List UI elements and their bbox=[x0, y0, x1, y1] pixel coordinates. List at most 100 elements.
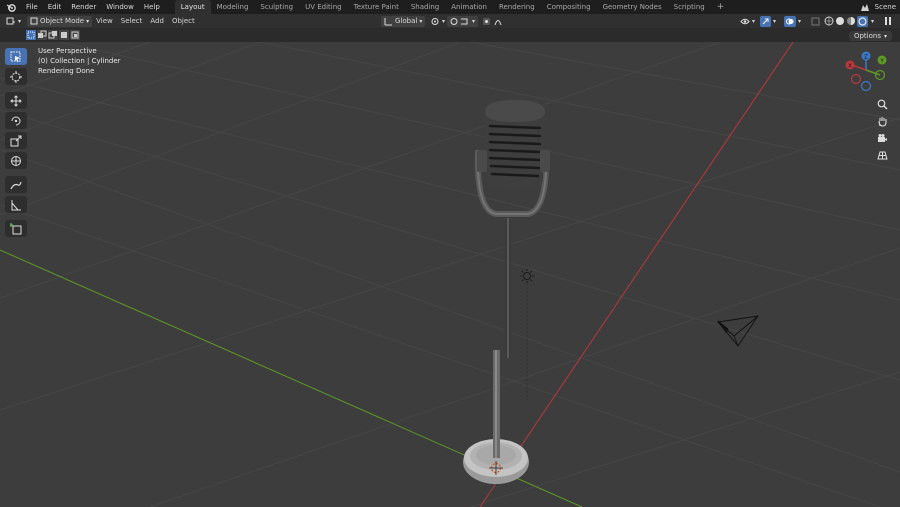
gizmo-toggle-button[interactable]: ▾ bbox=[757, 15, 779, 27]
menu-window[interactable]: Window bbox=[101, 0, 139, 14]
workspace-tabs: Layout Modeling Sculpting UV Editing Tex… bbox=[174, 0, 731, 14]
orientation-label: Global bbox=[395, 17, 418, 25]
transform-icon bbox=[11, 155, 21, 166]
pause-render-button[interactable] bbox=[880, 16, 896, 27]
menu-file[interactable]: File bbox=[21, 0, 43, 14]
options-label: Options bbox=[853, 32, 881, 40]
chevron-down-icon: ▾ bbox=[442, 17, 446, 25]
shading-mode-buttons[interactable]: ▾ bbox=[821, 15, 877, 27]
view-name-label: User Perspective bbox=[38, 47, 97, 55]
add-cube-icon bbox=[10, 222, 22, 234]
eye-icon bbox=[740, 18, 750, 24]
add-workspace-button[interactable]: + bbox=[711, 0, 731, 14]
tab-compositing[interactable]: Compositing bbox=[541, 0, 597, 14]
gizmo-icon bbox=[760, 15, 771, 27]
render-status-label: Rendering Done bbox=[38, 67, 95, 75]
viewport-header: ▾ Object Mode ▾ View Select Add Object G… bbox=[0, 14, 900, 28]
rotate-tool[interactable] bbox=[5, 112, 27, 129]
measure-icon bbox=[11, 199, 21, 210]
3d-viewport[interactable]: Z X Y bbox=[0, 42, 900, 507]
options-dropdown[interactable]: Options ▾ bbox=[848, 31, 892, 41]
object-mode-icon bbox=[30, 17, 38, 25]
overlays-toggle-button[interactable]: ▾ bbox=[781, 15, 804, 27]
move-tool[interactable] bbox=[5, 92, 27, 109]
scene-selector[interactable]: Scene bbox=[860, 0, 896, 14]
overlays-icon bbox=[784, 15, 796, 27]
menu-view[interactable]: View bbox=[92, 17, 117, 25]
tab-texture-paint[interactable]: Texture Paint bbox=[348, 0, 405, 14]
menu-help[interactable]: Help bbox=[139, 0, 165, 14]
add-cube-tool[interactable] bbox=[5, 220, 27, 237]
editor-type-button[interactable]: ▾ bbox=[3, 16, 24, 27]
tab-layout[interactable]: Layout bbox=[174, 0, 211, 14]
gizmo-z-label: Z bbox=[864, 55, 868, 61]
hand-pan-icon bbox=[877, 116, 887, 127]
navigation-gizmo[interactable]: Z X Y bbox=[845, 51, 887, 92]
select-extend-icon[interactable] bbox=[37, 30, 47, 40]
tab-sculpting[interactable]: Sculpting bbox=[254, 0, 299, 14]
visibility-button[interactable]: ▾ bbox=[737, 16, 758, 27]
material-shading-icon[interactable] bbox=[846, 16, 856, 26]
zoom-icon bbox=[877, 99, 888, 110]
rendered-shading-icon[interactable] bbox=[857, 15, 868, 27]
select-box-icon bbox=[10, 51, 21, 62]
cursor-icon bbox=[10, 70, 22, 83]
pivot-icon bbox=[431, 17, 439, 25]
wireframe-shading-icon[interactable] bbox=[824, 16, 834, 26]
tab-scripting[interactable]: Scripting bbox=[668, 0, 711, 14]
annotate-tool[interactable] bbox=[5, 176, 27, 193]
main-menu: File Edit Render Window Help bbox=[21, 0, 165, 14]
scene-label: Scene bbox=[874, 3, 896, 11]
transform-tool[interactable] bbox=[5, 152, 27, 169]
chevron-down-icon: ▾ bbox=[752, 17, 756, 25]
toolbar bbox=[5, 48, 27, 240]
select-new-icon[interactable] bbox=[26, 30, 36, 40]
tab-animation[interactable]: Animation bbox=[445, 0, 493, 14]
transform-orientation-select[interactable]: Global ▾ bbox=[381, 15, 426, 27]
chevron-down-icon: ▾ bbox=[773, 17, 777, 25]
solid-shading-icon[interactable] bbox=[835, 16, 845, 26]
measure-tool[interactable] bbox=[5, 196, 27, 213]
gizmo-x-label: X bbox=[848, 64, 852, 70]
pause-icon bbox=[885, 17, 891, 25]
select-box-tool[interactable] bbox=[5, 48, 27, 65]
camera-view-button[interactable] bbox=[874, 130, 890, 146]
active-object-label: (0) Collection | Cylinder bbox=[38, 57, 121, 65]
scale-tool[interactable] bbox=[5, 132, 27, 149]
snap-icon bbox=[450, 17, 468, 25]
chevron-down-icon: ▾ bbox=[86, 17, 90, 25]
tab-modeling[interactable]: Modeling bbox=[211, 0, 255, 14]
menu-object[interactable]: Object bbox=[168, 17, 199, 25]
pivot-point-button[interactable]: ▾ bbox=[427, 16, 448, 27]
tab-rendering[interactable]: Rendering bbox=[493, 0, 541, 14]
menu-add[interactable]: Add bbox=[146, 17, 168, 25]
mode-select[interactable]: Object Mode ▾ bbox=[27, 15, 93, 27]
snap-button[interactable]: ▾ bbox=[447, 15, 479, 27]
pan-button[interactable] bbox=[874, 113, 890, 129]
tab-shading[interactable]: Shading bbox=[405, 0, 445, 14]
menu-edit[interactable]: Edit bbox=[43, 0, 67, 14]
proportional-edit-button[interactable] bbox=[479, 16, 507, 27]
microphone-model[interactable] bbox=[463, 100, 550, 484]
camera-view-icon bbox=[877, 133, 887, 142]
navigation-controls bbox=[874, 96, 890, 164]
select-invert-icon[interactable] bbox=[59, 30, 69, 40]
move-icon bbox=[10, 94, 22, 107]
chevron-down-icon: ▾ bbox=[472, 17, 476, 25]
chevron-down-icon: ▾ bbox=[18, 17, 22, 25]
menu-render[interactable]: Render bbox=[66, 0, 101, 14]
top-bar: File Edit Render Window Help Layout Mode… bbox=[0, 0, 900, 14]
zoom-button[interactable] bbox=[874, 96, 890, 112]
cursor-tool[interactable] bbox=[5, 68, 27, 85]
viewport-info: User Perspective (0) Collection | Cylind… bbox=[38, 46, 121, 76]
select-subtract-icon[interactable] bbox=[48, 30, 58, 40]
xray-icon bbox=[811, 17, 820, 25]
light-object[interactable] bbox=[520, 269, 534, 400]
select-intersect-icon[interactable] bbox=[70, 30, 80, 40]
tab-geometry-nodes[interactable]: Geometry Nodes bbox=[597, 0, 668, 14]
menu-select[interactable]: Select bbox=[117, 17, 147, 25]
blender-logo-icon[interactable] bbox=[5, 1, 17, 13]
selection-mode-buttons bbox=[26, 30, 80, 40]
perspective-toggle-button[interactable] bbox=[874, 147, 890, 163]
tab-uv-editing[interactable]: UV Editing bbox=[299, 0, 348, 14]
